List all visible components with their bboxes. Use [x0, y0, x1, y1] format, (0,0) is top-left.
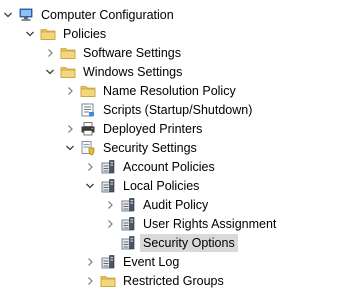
tree-item-audit-policy[interactable]: Audit Policy — [104, 195, 211, 214]
tree-item-label: Scripts (Startup/Shutdown) — [103, 102, 253, 117]
chevron-right-icon[interactable] — [104, 195, 116, 214]
chevron-right-icon[interactable] — [84, 252, 96, 271]
chevron-right-icon[interactable] — [64, 81, 76, 100]
folder-icon — [60, 64, 76, 80]
printer-icon — [80, 121, 96, 137]
tree-item-scripts[interactable]: Scripts (Startup/Shutdown) — [64, 100, 255, 119]
tree-item-label: Deployed Printers — [103, 121, 203, 136]
chevron-right-icon[interactable] — [84, 157, 96, 176]
tree-item-label: Software Settings — [83, 45, 181, 60]
tree-item-label: Event Log — [123, 254, 180, 269]
tree-item-label: Restricted Groups — [123, 273, 224, 288]
policy-icon — [120, 197, 136, 213]
security-settings-icon — [80, 140, 96, 156]
tree-item-label: Computer Configuration — [41, 7, 174, 22]
chevron-down-icon[interactable] — [2, 5, 14, 24]
chevron-down-icon[interactable] — [44, 62, 56, 81]
folder-icon — [100, 273, 116, 289]
scripts-icon — [80, 102, 96, 118]
computer-icon — [18, 7, 34, 23]
tree-item-software-settings[interactable]: Software Settings — [44, 43, 184, 62]
tree-item-restricted-groups[interactable]: Restricted Groups — [84, 271, 227, 290]
tree-item-local-policies[interactable]: Local Policies — [84, 176, 202, 195]
tree-item-label: Name Resolution Policy — [103, 83, 236, 98]
policy-icon — [120, 216, 136, 232]
chevron-right-icon[interactable] — [64, 119, 76, 138]
tree-item-windows-settings[interactable]: Windows Settings — [44, 62, 185, 81]
tree-item-account-policies[interactable]: Account Policies — [84, 157, 218, 176]
tree-item-event-log[interactable]: Event Log — [84, 252, 182, 271]
tree-item-label: Policies — [63, 26, 107, 41]
policy-icon — [100, 159, 116, 175]
tree-item-security-options[interactable]: Security Options — [104, 233, 238, 252]
tree-item-name-resolution-policy[interactable]: Name Resolution Policy — [64, 81, 239, 100]
chevron-down-icon[interactable] — [84, 176, 96, 195]
tree-item-user-rights-assignment[interactable]: User Rights Assignment — [104, 214, 279, 233]
policy-icon — [120, 235, 136, 251]
tree-item-label: Local Policies — [123, 178, 200, 193]
chevron-right-icon[interactable] — [44, 43, 56, 62]
folder-icon — [80, 83, 96, 99]
tree-item-label: Account Policies — [123, 159, 215, 174]
chevron-down-icon[interactable] — [64, 138, 76, 157]
folder-icon — [40, 26, 56, 42]
tree-item-security-settings[interactable]: Security Settings — [64, 138, 200, 157]
policy-icon — [100, 178, 116, 194]
chevron-right-icon[interactable] — [104, 214, 116, 233]
tree-item-label: User Rights Assignment — [143, 216, 277, 231]
tree-item-policies[interactable]: Policies — [24, 24, 109, 43]
tree-item-computer-configuration[interactable]: Computer Configuration — [2, 5, 177, 24]
chevron-right-icon[interactable] — [84, 271, 96, 290]
tree-item-label: Security Options — [140, 233, 238, 252]
folder-icon — [60, 45, 76, 61]
chevron-down-icon[interactable] — [24, 24, 36, 43]
group-policy-tree: Computer Configuration Policies Software… — [0, 0, 340, 288]
tree-item-label: Security Settings — [103, 140, 197, 155]
policy-icon — [100, 254, 116, 270]
tree-item-label: Audit Policy — [143, 197, 209, 212]
tree-item-label: Windows Settings — [83, 64, 183, 79]
tree-item-deployed-printers[interactable]: Deployed Printers — [64, 119, 205, 138]
